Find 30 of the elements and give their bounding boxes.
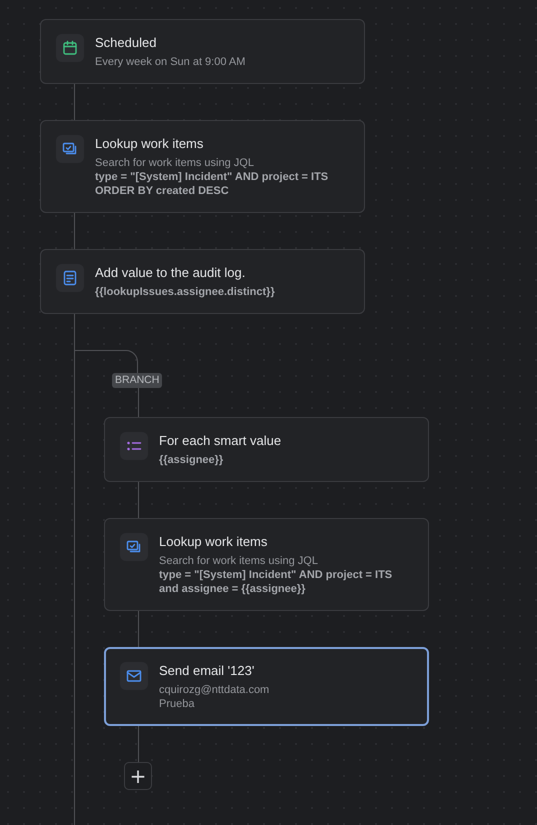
step-card[interactable]: Lookup work items Search for work items using JQL type = "[System] Incident" AND project = ITS and assignee = {{assignee}} bbox=[104, 518, 429, 611]
step-title: Scheduled bbox=[95, 35, 158, 51]
calendar-icon bbox=[62, 40, 78, 56]
step-title: Lookup work items bbox=[95, 136, 204, 152]
monitor-icon bbox=[126, 539, 142, 555]
step-detail: type = "[System] Incident" AND project = ITS bbox=[159, 568, 392, 582]
step-card[interactable]: For each smart value {{assignee}} bbox=[104, 417, 429, 482]
step-card[interactable]: Scheduled Every week on Sun at 9:00 AM bbox=[40, 19, 365, 84]
step-card[interactable]: Add value to the audit log. {{lookupIssues.assignee.distinct}} bbox=[40, 249, 365, 314]
branch-label: BRANCH bbox=[112, 373, 162, 388]
step-detail: Prueba bbox=[159, 697, 196, 711]
step-title: Lookup work items bbox=[159, 534, 268, 550]
step-detail: {{assignee}} bbox=[159, 453, 224, 467]
document-icon bbox=[62, 270, 78, 286]
add-step-button[interactable]: + bbox=[124, 762, 152, 790]
step-title: For each smart value bbox=[159, 433, 282, 449]
step-detail: Search for work items using JQL bbox=[95, 156, 255, 170]
step-detail: type = "[System] Incident" AND project = ITS bbox=[95, 170, 328, 184]
step-detail: Search for work items using JQL bbox=[159, 554, 319, 568]
step-card[interactable]: Lookup work items Search for work items using JQL type = "[System] Incident" AND project = ITS ORDER BY created DESC bbox=[40, 120, 365, 213]
step-detail: and assignee = {{assignee}} bbox=[159, 582, 306, 596]
monitor-icon bbox=[62, 141, 78, 157]
step-card[interactable]: Send email '123' cquirozg@nttdata.com Prueba bbox=[104, 647, 429, 726]
step-title: Send email '123' bbox=[159, 663, 256, 679]
step-detail: ORDER BY created DESC bbox=[95, 184, 230, 198]
step-detail: {{lookupIssues.assignee.distinct}} bbox=[95, 285, 275, 299]
step-detail: cquirozg@nttdata.com bbox=[159, 683, 270, 697]
step-title: Add value to the audit log. bbox=[95, 265, 246, 281]
step-detail: Every week on Sun at 9:00 AM bbox=[95, 55, 246, 69]
mail-icon bbox=[126, 668, 142, 684]
